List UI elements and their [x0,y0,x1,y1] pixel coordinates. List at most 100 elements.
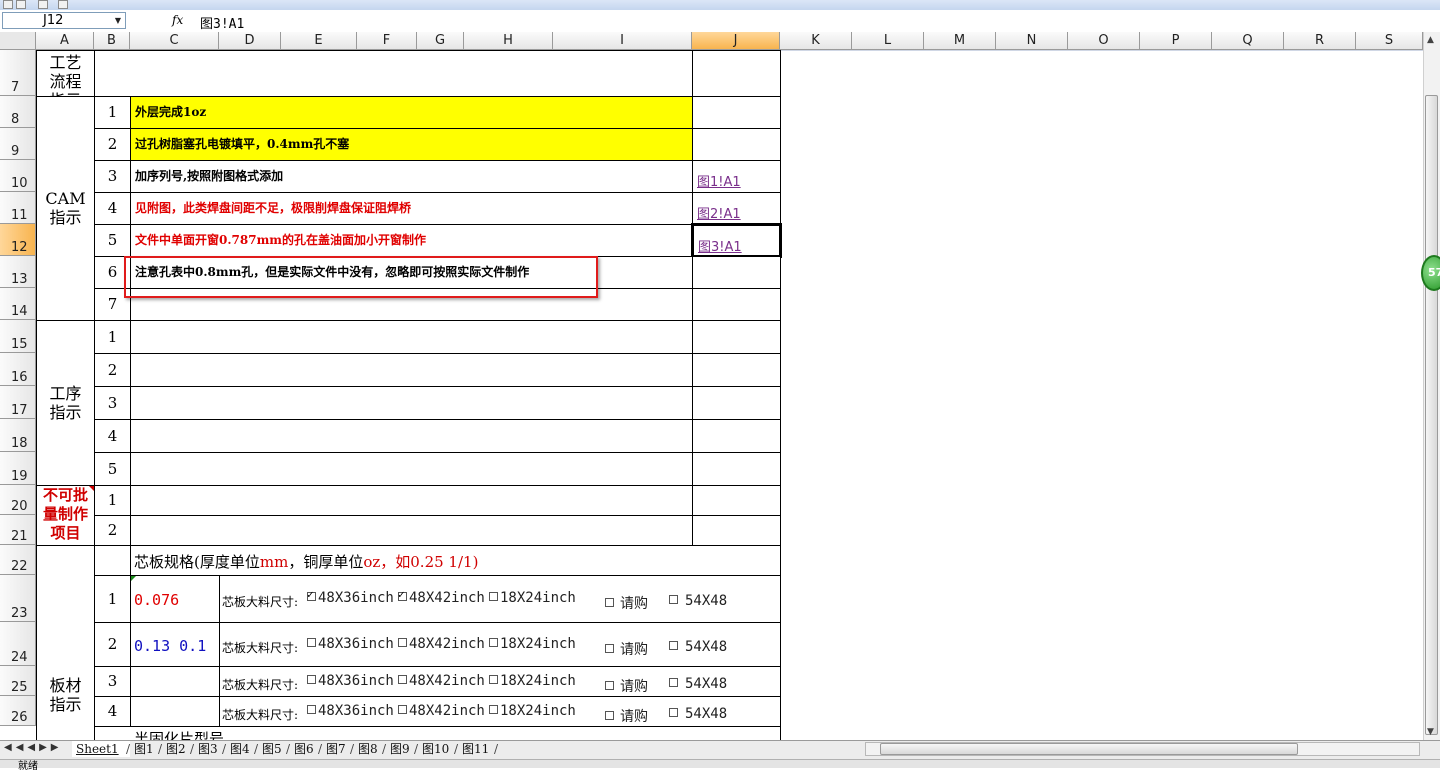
cam-item-text-cell[interactable]: 加序列号,按照附图格式添加 [130,160,693,193]
process-label-cell[interactable]: 工艺流程指示 [36,50,95,110]
size-option[interactable]: 48X36inch [307,673,394,689]
process-step-text-cell[interactable] [130,452,693,486]
checkbox[interactable] [669,707,678,717]
board-size-options-cell[interactable]: 芯板大料尺寸: 48X36inch 48X42inch 18X24inch 请购 54X4… [219,575,781,623]
cam-item-link-cell[interactable] [692,96,781,129]
batch-number-cell[interactable]: 2 [94,515,131,546]
sheet-tab[interactable]: 图2/ [162,741,194,757]
cam-label-cell[interactable]: CAM指示 [36,96,95,321]
redo-icon[interactable] [38,0,48,9]
column-header-b[interactable]: B [94,32,130,50]
name-box[interactable]: J12 [2,12,126,29]
size-option[interactable]: 48X42inch [398,588,485,606]
cam-item-number-cell[interactable]: 5 [94,224,131,257]
sheet-tab[interactable]: 图1/ [130,741,162,757]
checkbox[interactable] [489,704,498,714]
vertical-scroll-thumb[interactable] [1425,95,1438,735]
select-all-corner[interactable] [0,32,36,50]
sheet-tab[interactable]: 图3/ [194,741,226,757]
row-header-13[interactable]: 13 [0,256,36,288]
tab-navigation-icons[interactable]: ◀◀◀▶▶ [4,742,62,753]
size-option[interactable]: 请购 [605,593,648,613]
process-step-extra-cell[interactable] [692,386,781,420]
batch-text-cell[interactable] [130,515,693,546]
cam-item-link-cell[interactable]: 图1!A1 [692,160,781,193]
cam-item-link-cell[interactable] [692,128,781,161]
process-step-text-cell[interactable] [130,386,693,420]
row-header-8[interactable]: 8 [0,96,36,128]
board-row-number-cell[interactable]: 2 [94,622,131,667]
sheet-tab[interactable]: 图7/ [322,741,354,757]
size-option[interactable]: 48X42inch [398,703,485,719]
size-option[interactable]: 48X36inch [307,703,394,719]
row-header-18[interactable]: 18 [0,419,36,452]
cam-item-number-cell[interactable]: 2 [94,128,131,161]
checkbox[interactable] [669,595,678,604]
sheet-tab[interactable]: 图11/ [458,741,498,757]
process-step-extra-cell[interactable] [692,452,781,486]
board-label-cell[interactable]: 板材指示 [36,545,95,743]
column-header-p[interactable]: P [1140,32,1212,50]
board-value-cell[interactable]: 0.076 [130,575,220,623]
sheet-tab[interactable]: 图5/ [258,741,290,757]
cam-item-text-cell[interactable]: 见附图，此类焊盘间距不足，极限削焊盘保证阻焊桥 [130,192,693,225]
checkbox[interactable] [669,640,678,650]
scroll-up-icon[interactable]: ▲ [1427,35,1434,45]
row-header-25[interactable]: 25 [0,666,36,696]
size-option[interactable]: 54X48 [669,706,727,722]
column-header-o[interactable]: O [1068,32,1140,50]
column-header-e[interactable]: E [281,32,357,50]
row-header-14[interactable]: 14 [0,288,36,320]
sheet-tab[interactable]: 图9/ [386,741,418,757]
process-step-number-cell[interactable]: 2 [94,353,131,387]
size-option[interactable]: 请购 [605,639,648,659]
cam-item-number-cell[interactable]: 1 [94,96,131,129]
process-step-number-cell[interactable]: 1 [94,320,131,354]
hyperlink[interactable]: 图3!A1 [696,236,742,255]
process-steps-label-cell[interactable]: 工序指示 [36,320,95,486]
batch-text-cell[interactable] [130,485,693,516]
row-header-22[interactable]: 22 [0,545,36,575]
cam-item-link-cell[interactable]: 图3!A1 [691,223,782,258]
size-option[interactable]: 18X24inch [489,703,576,719]
checkbox[interactable] [398,637,407,647]
process-step-number-cell[interactable]: 4 [94,419,131,453]
board-size-options-cell[interactable]: 芯板大料尺寸: 48X36inch 48X42inch 18X24inch 请购 54X4… [219,622,781,667]
batch-extra-cell[interactable] [692,485,781,516]
cam-item-number-cell[interactable]: 3 [94,160,131,193]
board-value-cell[interactable] [130,696,220,727]
column-header-d[interactable]: D [219,32,281,50]
cam-item-link-cell[interactable]: 图2!A1 [692,192,781,225]
checkbox[interactable] [489,637,498,647]
chevron-down-icon[interactable]: ▼ [112,14,124,27]
process-content-cell[interactable] [94,50,693,97]
hyperlink[interactable]: 图1!A1 [695,171,741,190]
size-option[interactable]: 18X24inch [489,636,576,652]
process-step-text-cell[interactable] [130,320,693,354]
row-header-26[interactable]: 26 [0,696,36,726]
cam-item-number-cell[interactable]: 4 [94,192,131,225]
cam-item-link-cell[interactable] [692,288,781,321]
column-header-i[interactable]: I [553,32,692,50]
row-header-24[interactable]: 24 [0,622,36,666]
process-step-extra-cell[interactable] [692,419,781,453]
row-header-19[interactable]: 19 [0,452,36,485]
batch-number-cell[interactable]: 1 [94,485,131,516]
column-header-c[interactable]: C [130,32,219,50]
size-option[interactable]: 48X42inch [398,673,485,689]
checkbox[interactable] [307,674,316,684]
size-option[interactable]: 48X36inch [307,588,394,606]
checkbox[interactable] [605,598,614,607]
floating-badge[interactable]: 57 [1421,255,1440,291]
process-step-text-cell[interactable] [130,353,693,387]
checkbox[interactable] [489,674,498,684]
row-header-10[interactable]: 10 [0,160,36,192]
cam-item-text-cell[interactable]: 外层完成1oz [130,96,693,129]
checkbox[interactable] [307,637,316,647]
save-icon[interactable] [3,0,13,9]
size-option[interactable]: 54X48 [669,676,727,692]
size-option[interactable]: 48X36inch [307,636,394,652]
checkbox[interactable] [398,588,407,601]
process-step-number-cell[interactable]: 3 [94,386,131,420]
checkbox[interactable] [307,588,316,601]
